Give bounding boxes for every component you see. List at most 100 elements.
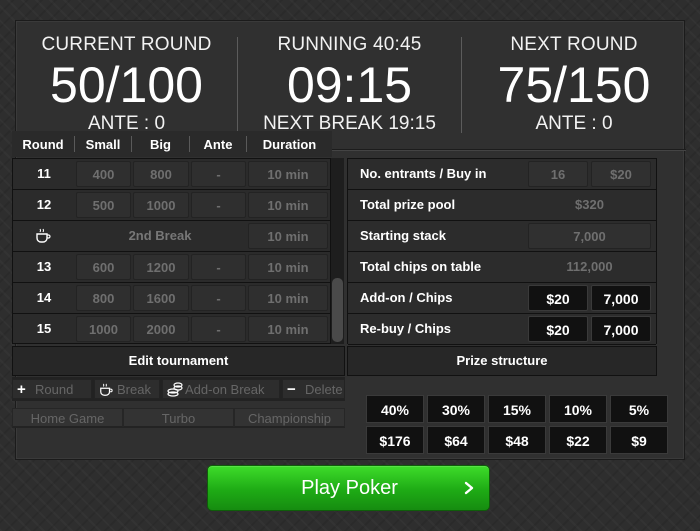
round-row[interactable]: 14 800 1600 - 10 min: [13, 283, 331, 314]
small-blind-field[interactable]: 1000: [76, 316, 131, 342]
small-blind-field[interactable]: 500: [76, 192, 131, 218]
break-label: 2nd Break: [128, 228, 192, 243]
round-clock: 09:15: [286, 57, 413, 113]
plus-icon: +: [17, 381, 26, 398]
round-number: 14: [36, 290, 52, 305]
next-blinds: 75/150: [497, 57, 651, 113]
rebuy-chips-field[interactable]: 7,000: [591, 316, 651, 342]
round-header: CURRENT ROUND 50/100 ANTE : 0 RUNNING 40…: [16, 21, 686, 149]
chips-on-table-value: 112,000: [566, 259, 613, 274]
prize-amount: $22: [549, 426, 607, 454]
round-row[interactable]: 13 600 1200 - 10 min: [13, 252, 331, 283]
duration-field[interactable]: 10 min: [248, 254, 328, 280]
prize-structure-header: Prize structure: [347, 346, 657, 376]
ante-field[interactable]: -: [191, 192, 246, 218]
column-header-duration: Duration: [262, 137, 317, 152]
big-blind-field[interactable]: 1600: [133, 285, 189, 311]
add-break-label: Break: [117, 382, 151, 397]
prize-amount: $48: [488, 426, 546, 454]
entrants-field[interactable]: 16: [528, 161, 588, 187]
starting-stack-field[interactable]: 7,000: [528, 223, 651, 249]
duration-field[interactable]: 10 min: [248, 161, 328, 187]
edit-tournament-header: Edit tournament: [12, 346, 345, 376]
running-time-label: RUNNING 40:45: [277, 34, 422, 55]
chips-on-table-label: Total chips on table: [360, 259, 482, 274]
prize-percent-field[interactable]: 5%: [610, 395, 668, 423]
chevron-right-icon: [464, 481, 474, 495]
ante-field[interactable]: -: [191, 316, 246, 342]
preset-turbo-button[interactable]: Turbo: [123, 408, 234, 428]
big-blind-field[interactable]: 2000: [133, 316, 189, 342]
round-number: 15: [36, 321, 52, 336]
add-break-button[interactable]: Break: [94, 379, 160, 399]
duration-field[interactable]: 10 min: [248, 223, 328, 249]
rounds-table[interactable]: 11 400 800 - 10 min 12 500 1000 - 10 min…: [12, 158, 332, 344]
preset-home-game-button[interactable]: Home Game: [12, 408, 123, 428]
next-ante: ANTE : 0: [535, 113, 613, 134]
add-round-button[interactable]: + Round: [12, 379, 92, 399]
small-blind-field[interactable]: 400: [76, 161, 131, 187]
add-round-label: Round: [35, 382, 74, 397]
tournament-info-table: No. entrants / Buy in 16 $20 Total prize…: [347, 158, 657, 345]
preset-championship-button[interactable]: Championship: [234, 408, 345, 428]
rebuy-label: Re-buy / Chips: [360, 321, 452, 336]
prize-percent-field[interactable]: 15%: [488, 395, 546, 423]
coffee-cup-icon: [100, 383, 113, 396]
big-blind-field[interactable]: 1000: [133, 192, 189, 218]
chips-on-table-row: Total chips on table 112,000: [348, 252, 656, 283]
add-addon-break-label: Add-on Break: [185, 382, 265, 397]
round-number: 13: [36, 259, 52, 274]
current-round-label: CURRENT ROUND: [41, 34, 212, 55]
delete-label: Delete: [305, 382, 343, 397]
edit-toolbar: + Round Break Add-on Break − Delete: [12, 377, 345, 401]
small-blind-field[interactable]: 800: [76, 285, 131, 311]
column-header-big: Big: [150, 137, 171, 152]
addon-price-field[interactable]: $20: [528, 285, 588, 311]
rebuy-price-field[interactable]: $20: [528, 316, 588, 342]
big-blind-field[interactable]: 1200: [133, 254, 189, 280]
round-row[interactable]: 12 500 1000 - 10 min: [13, 190, 331, 221]
break-row[interactable]: 2nd Break 10 min: [13, 221, 331, 252]
rounds-scrollbar-thumb[interactable]: [332, 278, 343, 342]
add-addon-break-button[interactable]: Add-on Break: [162, 379, 280, 399]
running-clock-section: RUNNING 40:45 09:15 NEXT BREAK 19:15: [238, 21, 461, 149]
current-blinds: 50/100: [50, 57, 203, 113]
addon-chips-field[interactable]: 7,000: [591, 285, 651, 311]
minus-icon: −: [287, 381, 296, 398]
prize-amount: $9: [610, 426, 668, 454]
round-number: 12: [36, 197, 52, 212]
current-round-section: CURRENT ROUND 50/100 ANTE : 0: [16, 21, 237, 149]
prize-pool-value: $320: [575, 197, 604, 212]
duration-field[interactable]: 10 min: [248, 192, 328, 218]
small-blind-field[interactable]: 600: [76, 254, 131, 280]
prize-pool-label: Total prize pool: [360, 197, 456, 212]
round-number: 11: [37, 166, 51, 181]
starting-stack-row: Starting stack 7,000: [348, 221, 656, 252]
addon-label: Add-on / Chips: [360, 290, 453, 305]
buyin-field[interactable]: $20: [591, 161, 651, 187]
round-row[interactable]: 15 1000 2000 - 10 min: [13, 314, 331, 343]
coffee-cup-icon: [36, 228, 51, 243]
column-header-ante: Ante: [203, 137, 233, 152]
round-row[interactable]: 11 400 800 - 10 min: [13, 159, 331, 190]
column-header-round: Round: [22, 137, 64, 152]
duration-field[interactable]: 10 min: [248, 316, 328, 342]
play-poker-button[interactable]: Play Poker: [207, 465, 490, 511]
entrants-row: No. entrants / Buy in 16 $20: [348, 159, 656, 190]
next-round-section: NEXT ROUND 75/150 ANTE : 0: [462, 21, 686, 149]
rounds-table-header: Round Small Big Ante Duration: [12, 131, 332, 157]
prize-percent-field[interactable]: 30%: [427, 395, 485, 423]
duration-field[interactable]: 10 min: [248, 285, 328, 311]
prize-percent-field[interactable]: 40%: [366, 395, 424, 423]
column-header-small: Small: [85, 137, 121, 152]
big-blind-field[interactable]: 800: [133, 161, 189, 187]
ante-field[interactable]: -: [191, 161, 246, 187]
delete-button[interactable]: − Delete: [282, 379, 345, 399]
ante-field[interactable]: -: [191, 285, 246, 311]
prize-amount: $64: [427, 426, 485, 454]
prize-pool-row: Total prize pool $320: [348, 190, 656, 221]
addon-row: Add-on / Chips $20 7,000: [348, 283, 656, 314]
ante-field[interactable]: -: [191, 254, 246, 280]
prize-percent-field[interactable]: 10%: [549, 395, 607, 423]
prize-amount: $176: [366, 426, 424, 454]
